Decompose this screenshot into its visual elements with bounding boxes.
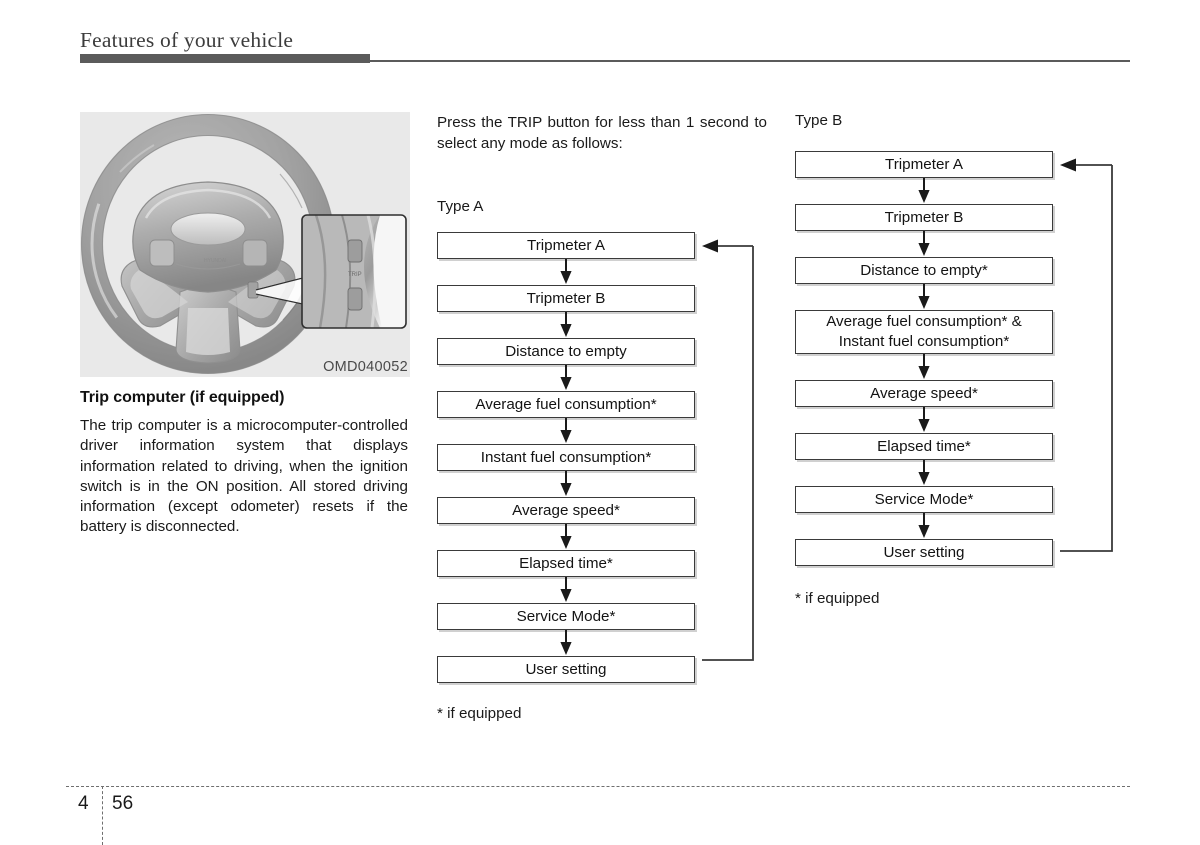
flow-arrow xyxy=(437,365,695,391)
flow-arrow xyxy=(795,354,1053,380)
svg-text:TRIP: TRIP xyxy=(348,272,362,278)
left-column: HYUNDAI TRIP OMD040052 Trip computer (if… xyxy=(80,112,410,538)
flow-arrow xyxy=(437,312,695,338)
flow-box-label: Average speed* xyxy=(512,502,620,519)
steering-wheel-photo: HYUNDAI TRIP xyxy=(80,112,410,377)
flow-box-label: Tripmeter B xyxy=(884,209,964,226)
page-title: Features of your vehicle xyxy=(80,28,294,52)
flow-box-service-mode[interactable]: Service Mode* xyxy=(437,603,695,630)
flow-box-average-and-instant-fuel-consumption[interactable]: Average fuel consumption* & Instant fuel… xyxy=(795,310,1053,354)
right-column: Type B Tripmeter A Tripmeter B Distance … xyxy=(795,112,1135,607)
flow-box-label: Tripmeter A xyxy=(885,156,963,173)
flow-box-label: Average speed* xyxy=(870,385,978,402)
type-a-flowchart: Tripmeter A Tripmeter B Distance to empt… xyxy=(437,232,767,683)
flow-box-user-setting[interactable]: User setting xyxy=(795,539,1053,566)
footer-vertical-rule xyxy=(102,786,103,845)
flow-box-elapsed-time[interactable]: Elapsed time* xyxy=(795,433,1053,460)
flow-arrow xyxy=(437,630,695,656)
footer-rule xyxy=(66,786,1130,787)
flow-box-tripmeter-a[interactable]: Tripmeter A xyxy=(437,232,695,259)
type-a-label: Type A xyxy=(437,198,484,215)
flow-arrow xyxy=(795,231,1053,257)
type-a-footnote: * if equipped xyxy=(437,705,522,722)
flow-box-distance-to-empty[interactable]: Distance to empty xyxy=(437,338,695,365)
flow-box-label: Tripmeter B xyxy=(526,290,606,307)
flow-box-label: User setting xyxy=(525,661,607,678)
flow-arrow xyxy=(437,259,695,285)
footer-chapter-number: 4 xyxy=(78,793,89,814)
body-paragraph: The trip computer is a microcomputer-con… xyxy=(80,417,408,536)
flow-arrow xyxy=(795,178,1053,204)
flow-box-average-speed[interactable]: Average speed* xyxy=(437,497,695,524)
page-header: Features of your vehicle xyxy=(0,0,1200,70)
flow-box-tripmeter-a[interactable]: Tripmeter A xyxy=(795,151,1053,178)
flow-box-average-speed[interactable]: Average speed* xyxy=(795,380,1053,407)
flow-box-user-setting[interactable]: User setting xyxy=(437,656,695,683)
footer-page-number: 56 xyxy=(112,793,134,814)
flow-box-label: Service Mode* xyxy=(874,491,974,508)
flow-box-label: Instant fuel consumption* xyxy=(480,449,652,466)
flow-box-label: Service Mode* xyxy=(516,608,616,625)
flow-box-label: Tripmeter A xyxy=(527,237,605,254)
flow-arrow xyxy=(437,471,695,497)
flow-box-label: Average fuel consumption* xyxy=(475,396,657,413)
flow-arrow xyxy=(437,577,695,603)
header-rule-thick xyxy=(80,54,370,63)
type-b-label: Type B xyxy=(795,112,843,129)
flow-arrow xyxy=(437,524,695,550)
flow-box-label: Average fuel consumption* & Instant fuel… xyxy=(826,313,1022,350)
middle-column: Press the TRIP button for less than 1 se… xyxy=(437,112,767,722)
header-rule-thin xyxy=(370,60,1130,62)
figure-caption: OMD040052 xyxy=(323,359,408,375)
flow-box-label: Elapsed time* xyxy=(877,438,971,455)
svg-text:HYUNDAI: HYUNDAI xyxy=(204,258,227,264)
flow-box-instant-fuel-consumption[interactable]: Instant fuel consumption* xyxy=(437,444,695,471)
flow-box-label: Elapsed time* xyxy=(519,555,613,572)
flow-box-tripmeter-b[interactable]: Tripmeter B xyxy=(437,285,695,312)
flow-box-average-fuel-consumption[interactable]: Average fuel consumption* xyxy=(437,391,695,418)
flow-arrow xyxy=(795,513,1053,539)
figure-steering-wheel: HYUNDAI TRIP OMD040052 xyxy=(80,112,410,377)
type-b-flowchart: Tripmeter A Tripmeter B Distance to empt… xyxy=(795,151,1135,566)
flow-arrow xyxy=(437,418,695,444)
type-b-footnote: * if equipped xyxy=(795,590,880,607)
intro-paragraph: Press the TRIP button for less than 1 se… xyxy=(437,114,767,152)
flow-box-elapsed-time[interactable]: Elapsed time* xyxy=(437,550,695,577)
flow-box-tripmeter-b[interactable]: Tripmeter B xyxy=(795,204,1053,231)
flow-box-service-mode[interactable]: Service Mode* xyxy=(795,486,1053,513)
flow-box-label: Distance to empty* xyxy=(860,262,988,279)
section-heading: Trip computer (if equipped) xyxy=(80,389,285,406)
flow-box-label: User setting xyxy=(883,544,965,561)
flow-box-distance-to-empty[interactable]: Distance to empty* xyxy=(795,257,1053,284)
flow-box-label: Distance to empty xyxy=(505,343,627,360)
flow-arrow xyxy=(795,407,1053,433)
flow-arrow xyxy=(795,460,1053,486)
flow-arrow xyxy=(795,284,1053,310)
